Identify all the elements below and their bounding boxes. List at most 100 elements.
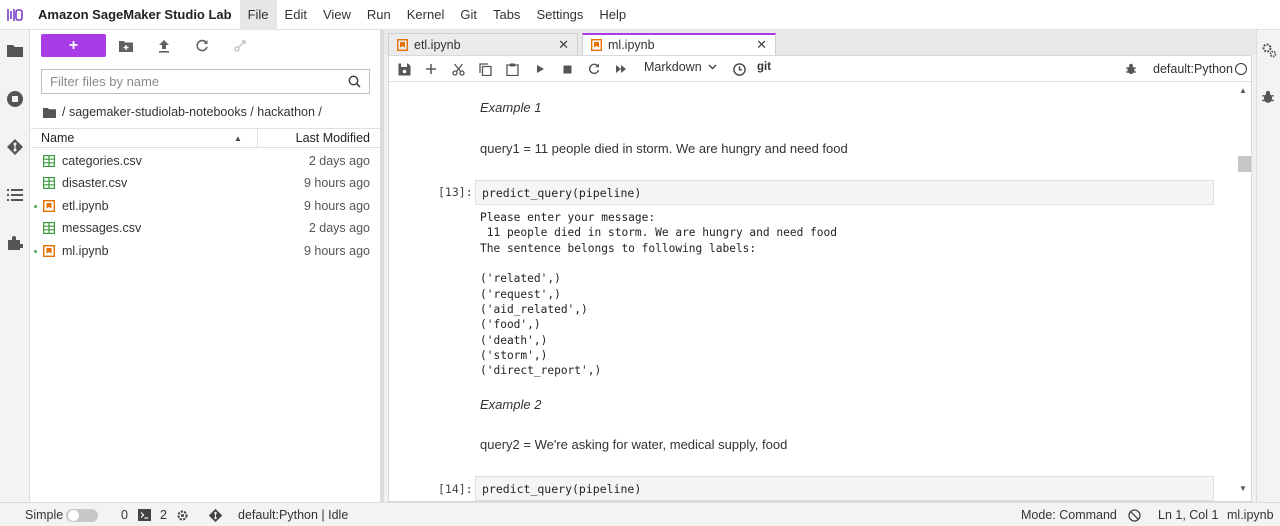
current-file-name: ml.ipynb xyxy=(1227,508,1274,522)
debugger-bug-icon[interactable] xyxy=(1261,90,1275,107)
search-icon xyxy=(348,75,361,88)
copy-icon[interactable] xyxy=(477,61,493,77)
column-name-header[interactable]: Name xyxy=(41,131,74,145)
sort-ascending-icon: ▲ xyxy=(234,133,242,143)
notebook-content[interactable]: Example 1 query1 = 11 people died in sto… xyxy=(389,83,1236,501)
simple-mode-toggle[interactable] xyxy=(66,509,98,522)
extensions-puzzle-icon[interactable] xyxy=(5,233,25,253)
debugger-bug-icon[interactable] xyxy=(1123,61,1139,77)
menu-run[interactable]: Run xyxy=(359,0,399,30)
status-bar: Simple 0 2 default:Python | Idle Mode: C… xyxy=(0,502,1280,526)
code-cell[interactable]: predict_query(pipeline) xyxy=(475,180,1214,205)
app-title: Amazon SageMaker Studio Lab xyxy=(38,7,232,22)
kernel-name[interactable]: default:Python xyxy=(1153,62,1233,76)
scroll-up-arrow-icon[interactable]: ▲ xyxy=(1239,86,1247,95)
output-line: ('storm',) xyxy=(480,349,548,362)
refresh-icon[interactable] xyxy=(194,38,210,54)
simple-mode-label: Simple xyxy=(25,508,64,522)
tab-label: etl.ipynb xyxy=(414,37,461,52)
save-icon[interactable] xyxy=(396,61,412,77)
tab-ml-ipynb[interactable]: ml.ipynb ✕ xyxy=(582,33,776,55)
file-row-messages-csv[interactable]: messages.csv 2 days ago xyxy=(31,217,380,239)
table-of-contents-icon[interactable] xyxy=(5,185,25,205)
notebook-panel: Markdown git default:Python Example 1 qu… xyxy=(388,55,1252,502)
file-modified: 9 hours ago xyxy=(303,244,370,258)
file-row-categories-csv[interactable]: categories.csv 2 days ago xyxy=(31,150,380,172)
cell-type-value: Markdown xyxy=(644,60,702,74)
kernels-count[interactable]: 2 xyxy=(160,508,167,522)
scrollbar-thumb[interactable] xyxy=(1238,156,1251,172)
tab-etl-ipynb[interactable]: etl.ipynb ✕ xyxy=(388,33,578,55)
menu-view[interactable]: View xyxy=(315,0,359,30)
code-cell[interactable]: predict_query(pipeline) xyxy=(475,476,1214,501)
home-folder-icon[interactable] xyxy=(43,107,56,118)
paste-icon[interactable] xyxy=(504,61,520,77)
running-sessions-icon[interactable] xyxy=(5,89,25,109)
insert-cell-icon[interactable] xyxy=(423,61,439,77)
menu-edit[interactable]: Edit xyxy=(277,0,315,30)
notebook-file-icon xyxy=(42,244,56,258)
breadcrumb-path[interactable]: / sagemaker-studiolab-notebooks / hackat… xyxy=(62,105,322,119)
cell-type-select[interactable]: Markdown xyxy=(644,60,717,74)
cursor-position[interactable]: Ln 1, Col 1 xyxy=(1158,508,1218,522)
file-name: ml.ipynb xyxy=(62,244,109,258)
running-indicator-dot xyxy=(34,204,37,208)
git-branch-icon[interactable] xyxy=(208,508,223,523)
git-icon[interactable] xyxy=(5,137,25,157)
notebook-scrollbar[interactable]: ▲ ▼ xyxy=(1236,83,1251,501)
output-line: 11 people died in storm. We are hungry a… xyxy=(480,226,837,239)
property-inspector-gears-icon[interactable] xyxy=(1261,42,1277,61)
markdown-example-2: Example 2 xyxy=(480,397,542,412)
stop-icon[interactable] xyxy=(559,61,575,77)
kernel-gear-icon[interactable] xyxy=(176,509,189,522)
close-icon[interactable]: ✕ xyxy=(756,37,767,53)
terminal-icon[interactable] xyxy=(138,509,151,521)
new-launcher-button[interactable]: + xyxy=(41,34,106,57)
folder-icon[interactable] xyxy=(5,40,25,60)
upload-icon[interactable] xyxy=(156,38,172,54)
new-folder-icon[interactable] xyxy=(118,38,134,54)
document-tab-bar: etl.ipynb ✕ ml.ipynb ✕ xyxy=(384,30,1256,55)
file-row-etl-ipynb[interactable]: etl.ipynb 9 hours ago xyxy=(31,195,380,217)
output-line: Please enter your message: xyxy=(480,211,656,224)
chevron-down-icon xyxy=(708,64,717,70)
restart-kernel-icon[interactable] xyxy=(586,61,602,77)
terminals-count[interactable]: 0 xyxy=(121,508,128,522)
scroll-down-arrow-icon[interactable]: ▼ xyxy=(1239,484,1247,493)
markdown-query-1: query1 = 11 people died in storm. We are… xyxy=(480,141,848,156)
file-name: etl.ipynb xyxy=(62,199,109,213)
column-divider[interactable] xyxy=(257,129,258,148)
file-row-ml-ipynb[interactable]: ml.ipynb 9 hours ago xyxy=(31,240,380,262)
no-connection-icon[interactable] xyxy=(1128,509,1141,522)
menu-tabs[interactable]: Tabs xyxy=(485,0,528,30)
kernel-status-text[interactable]: default:Python | Idle xyxy=(238,508,348,522)
menu-git[interactable]: Git xyxy=(452,0,485,30)
file-modified: 2 days ago xyxy=(308,221,370,235)
file-name: categories.csv xyxy=(62,154,142,168)
cell-prompt: [14]: xyxy=(438,482,473,496)
git-diff-button[interactable]: git xyxy=(757,61,771,73)
markdown-query-2: query2 = We're asking for water, medical… xyxy=(480,437,788,452)
output-line: ('food',) xyxy=(480,318,541,331)
clock-icon[interactable] xyxy=(731,61,747,77)
close-icon[interactable]: ✕ xyxy=(558,37,569,53)
menu-file[interactable]: File xyxy=(239,0,277,30)
menu-help[interactable]: Help xyxy=(591,0,634,30)
filter-files-input[interactable] xyxy=(50,74,348,89)
output-line: ('direct_report',) xyxy=(480,364,602,377)
column-last-modified-header[interactable]: Last Modified xyxy=(296,131,370,145)
git-clone-icon[interactable] xyxy=(232,38,248,54)
right-sidebar xyxy=(1256,30,1280,502)
cut-icon[interactable] xyxy=(450,61,466,77)
run-icon[interactable] xyxy=(532,61,548,77)
file-listing-header: Name ▲ Last Modified xyxy=(31,128,380,148)
filter-files-box xyxy=(41,69,370,94)
studio-lab-logo-icon xyxy=(0,0,30,30)
fast-forward-icon[interactable] xyxy=(613,61,629,77)
file-name: disaster.csv xyxy=(62,176,128,190)
menu-settings[interactable]: Settings xyxy=(528,0,591,30)
menu-kernel[interactable]: Kernel xyxy=(399,0,453,30)
output-line: ('related',) xyxy=(480,272,561,285)
notebook-toolbar: Markdown git default:Python xyxy=(389,56,1251,82)
file-row-disaster-csv[interactable]: disaster.csv 9 hours ago xyxy=(31,172,380,194)
